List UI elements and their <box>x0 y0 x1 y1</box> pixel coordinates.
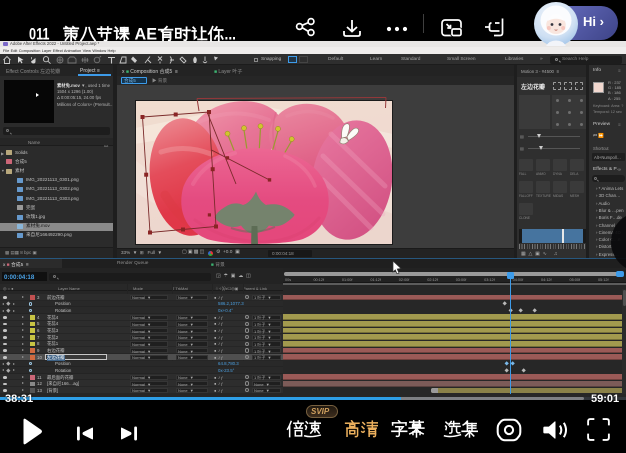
svg-text:...: ... <box>225 25 237 43</box>
svg-text:AE: AE <box>135 25 158 43</box>
svg-text:011: 011 <box>29 25 50 43</box>
